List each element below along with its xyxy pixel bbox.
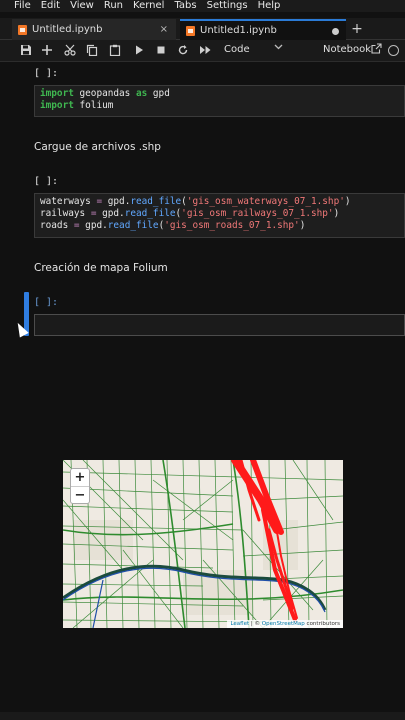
osm-link[interactable]: OpenStreetMap <box>262 621 305 627</box>
copy-icon[interactable] <box>85 44 99 58</box>
menu-file[interactable]: File <box>14 0 31 12</box>
code-text: ) <box>299 220 306 231</box>
menu-edit[interactable]: Edit <box>41 0 60 12</box>
zoom-in-button[interactable]: + <box>71 469 89 486</box>
unsaved-dot-icon[interactable] <box>332 28 339 35</box>
code-text: gpd <box>147 88 170 99</box>
menu-kernel[interactable]: Kernel <box>133 0 164 12</box>
cell-prompt: [ ]: <box>34 297 59 308</box>
markdown-text: Cargue de archivos .shp <box>34 141 161 153</box>
cell-prompt: [ ]: <box>34 176 59 187</box>
code-string: 'gis_osm_roads_07_1.shp' <box>164 220 300 231</box>
map-label: · <box>173 536 174 541</box>
restart-icon[interactable] <box>176 44 190 58</box>
zoom-out-button[interactable]: − <box>71 486 89 503</box>
menu-bar: File Edit View Run Kernel Tabs Settings … <box>0 0 405 12</box>
code-text: waterways <box>40 196 91 207</box>
attribution-end: contributors <box>304 621 340 627</box>
notebook-icon <box>18 24 27 35</box>
code-cell-1[interactable]: import geopandas as gpd import folium <box>34 85 405 117</box>
code-keyword: import <box>40 100 74 111</box>
tab-bar: Untitled.ipynb × Untitled1.ipynb + <box>0 18 405 40</box>
code-function: read_file <box>107 220 159 231</box>
code-text: railways <box>40 208 91 219</box>
menu-help[interactable]: Help <box>258 0 281 12</box>
code-text: ) <box>333 208 340 219</box>
paste-icon[interactable] <box>108 44 122 58</box>
code-text: gpd. <box>79 220 108 231</box>
attribution-sep: | © <box>249 621 262 627</box>
stop-icon[interactable] <box>154 44 168 58</box>
menu-view[interactable]: View <box>70 0 94 12</box>
code-text: folium <box>73 100 114 111</box>
notebook-toolbar: Code Notebook <box>0 40 405 62</box>
zoom-control: + − <box>70 468 90 504</box>
kernel-name[interactable]: Notebook <box>323 44 371 55</box>
notebook-icon <box>186 25 195 36</box>
map-canvas[interactable]: · <box>63 460 343 628</box>
code-string: 'gis_osm_railways_07_1.shp' <box>181 208 334 219</box>
save-icon[interactable] <box>19 44 33 58</box>
run-icon[interactable] <box>132 44 146 58</box>
code-text: ) <box>344 196 351 207</box>
tab-untitled[interactable]: Untitled.ipynb × <box>12 19 176 40</box>
code-function: read_file <box>130 196 182 207</box>
add-icon[interactable] <box>40 44 54 58</box>
code-function: read_file <box>124 208 176 219</box>
fast-forward-icon[interactable] <box>198 44 212 58</box>
folium-map[interactable]: · + − Leaflet | © OpenStreetMap contribu… <box>63 460 343 628</box>
tab-label: Untitled.ipynb <box>32 24 103 35</box>
markdown-text: Creación de mapa Folium <box>34 262 168 274</box>
status-bar <box>0 712 405 720</box>
external-link-icon[interactable] <box>371 43 382 57</box>
tab-untitled1[interactable]: Untitled1.ipynb <box>180 19 346 40</box>
menu-tabs[interactable]: Tabs <box>174 0 196 12</box>
code-text: gpd. <box>96 208 125 219</box>
menu-run[interactable]: Run <box>104 0 123 12</box>
menu-settings[interactable]: Settings <box>207 0 248 12</box>
chevron-down-icon[interactable] <box>274 43 283 54</box>
tab-label: Untitled1.ipynb <box>200 25 277 36</box>
code-text: gpd. <box>102 196 131 207</box>
cut-icon[interactable] <box>63 44 77 58</box>
code-text: roads <box>40 220 74 231</box>
map-attribution: Leaflet | © OpenStreetMap contributors <box>227 620 343 628</box>
leaflet-link[interactable]: Leaflet <box>230 621 249 627</box>
code-text: geopandas <box>73 88 136 99</box>
close-icon[interactable]: × <box>160 24 168 35</box>
cell-type-select[interactable]: Code <box>224 44 250 55</box>
code-string: 'gis_osm_waterways_07_1.shp' <box>186 196 345 207</box>
code-cell-2[interactable]: waterways = gpd.read_file('gis_osm_water… <box>34 193 405 238</box>
code-keyword: as <box>135 88 148 99</box>
code-keyword: import <box>40 88 74 99</box>
new-tab-button[interactable]: + <box>349 19 365 40</box>
cell-prompt: [ ]: <box>34 68 59 79</box>
kernel-status-icon <box>388 45 399 56</box>
code-cell-3-editor[interactable] <box>34 314 405 336</box>
